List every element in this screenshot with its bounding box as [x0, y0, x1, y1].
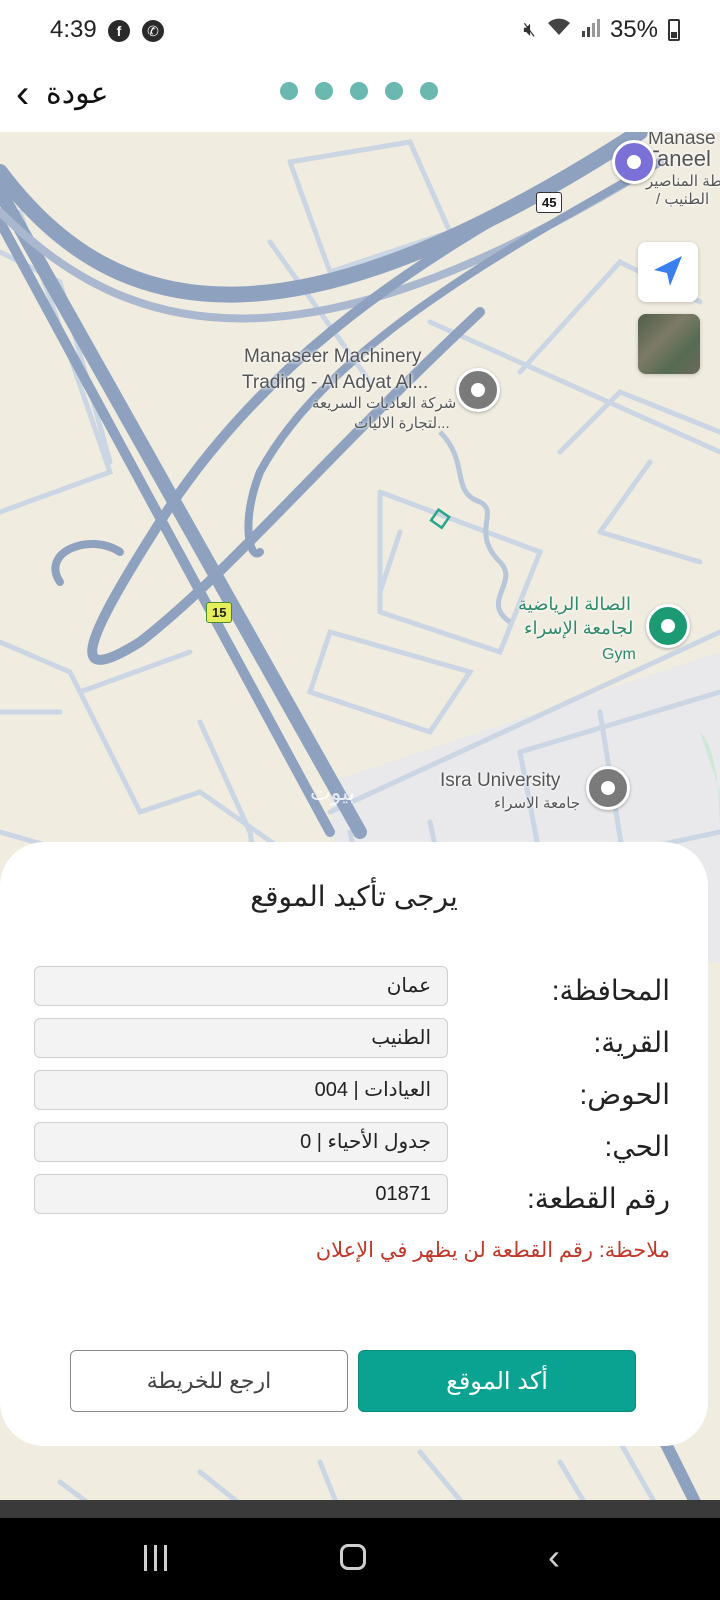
place-pin-icon[interactable]: [456, 368, 500, 412]
progress-step-dot: [350, 82, 368, 100]
status-bar: 4:39 f ✆ 🔇︎ 35%: [0, 0, 720, 62]
map-label: الصالة الرياضية: [518, 594, 631, 614]
satellite-layer-button[interactable]: [638, 314, 700, 374]
university-pin-icon[interactable]: [586, 766, 630, 810]
governorate-label: المحافظة:: [551, 975, 670, 1006]
governorate-field[interactable]: عمان: [34, 966, 448, 1006]
map-label: جامعة الاسراء: [494, 795, 581, 812]
map-label: لتجارة الاليات...: [354, 415, 450, 432]
wifi-icon: [546, 17, 572, 43]
confirm-location-button[interactable]: أكد الموقع: [358, 1350, 636, 1412]
neighborhood-field[interactable]: جدول الأحياء | 0: [34, 1122, 448, 1162]
progress-step-dot: [385, 82, 403, 100]
road-shield: 45: [536, 192, 563, 213]
card-title: يرجى تأكيد الموقع: [250, 881, 458, 912]
mute-icon: 🔇︎: [523, 18, 536, 41]
basin-field[interactable]: العيادات | 004: [34, 1070, 448, 1110]
progress-step-dot: [280, 82, 298, 100]
watermark: بيوت: [310, 780, 355, 805]
progress-steps: [280, 82, 438, 100]
map-label: لجامعة الإسراء: [524, 618, 634, 638]
chevron-left-icon[interactable]: ‹: [16, 74, 29, 114]
system-nav-bar: ‹: [0, 1518, 720, 1600]
confirm-location-card: يرجى تأكيد الموقع المحافظة: عمان القرية:…: [0, 842, 708, 1446]
facebook-icon: f: [108, 20, 130, 42]
map-label: Manaseer Machinery: [244, 346, 422, 367]
map-label: / الطنيب: [656, 191, 710, 208]
gym-pin-icon[interactable]: [646, 604, 690, 648]
top-header: ‹ عودة: [0, 62, 720, 132]
village-field[interactable]: الطنيب: [34, 1018, 448, 1058]
map-label: Trading - Al Adyat Al...: [242, 372, 429, 393]
messenger-icon: ✆: [142, 20, 164, 42]
status-time: 4:39: [50, 16, 97, 43]
plot-note: ملاحظة: رقم القطعة لن يظهر في الإعلان: [315, 1239, 670, 1262]
plot-number-field[interactable]: 01871: [34, 1174, 448, 1214]
map-label: شركة العاديات السريعة: [312, 395, 457, 412]
battery-percent: 35%: [609, 16, 658, 43]
back-button[interactable]: عودة: [46, 76, 108, 111]
back-icon[interactable]: ‹: [548, 1536, 560, 1578]
map-label: Isra University: [440, 770, 561, 791]
signal-icon: [581, 17, 600, 43]
back-to-map-button[interactable]: ارجع للخريطة: [70, 1350, 348, 1412]
plot-number-label: رقم القطعة:: [526, 1183, 670, 1214]
battery-icon: [668, 19, 680, 41]
neighborhood-label: الحي:: [604, 1131, 670, 1162]
road-shield: 15: [206, 602, 233, 623]
map-label: Gym: [602, 646, 636, 663]
map-label: محطة المناصير: [646, 173, 720, 190]
bottom-divider: [0, 1500, 720, 1518]
my-location-button[interactable]: [638, 242, 698, 302]
home-icon[interactable]: [340, 1544, 366, 1570]
navigation-arrow-icon: [654, 256, 682, 286]
fuel-station-pin-icon[interactable]: [612, 140, 656, 184]
basin-label: الحوض:: [579, 1079, 670, 1110]
progress-step-dot: [420, 82, 438, 100]
progress-step-dot: [315, 82, 333, 100]
recent-apps-icon[interactable]: [144, 1545, 167, 1571]
village-label: القرية:: [593, 1027, 670, 1058]
